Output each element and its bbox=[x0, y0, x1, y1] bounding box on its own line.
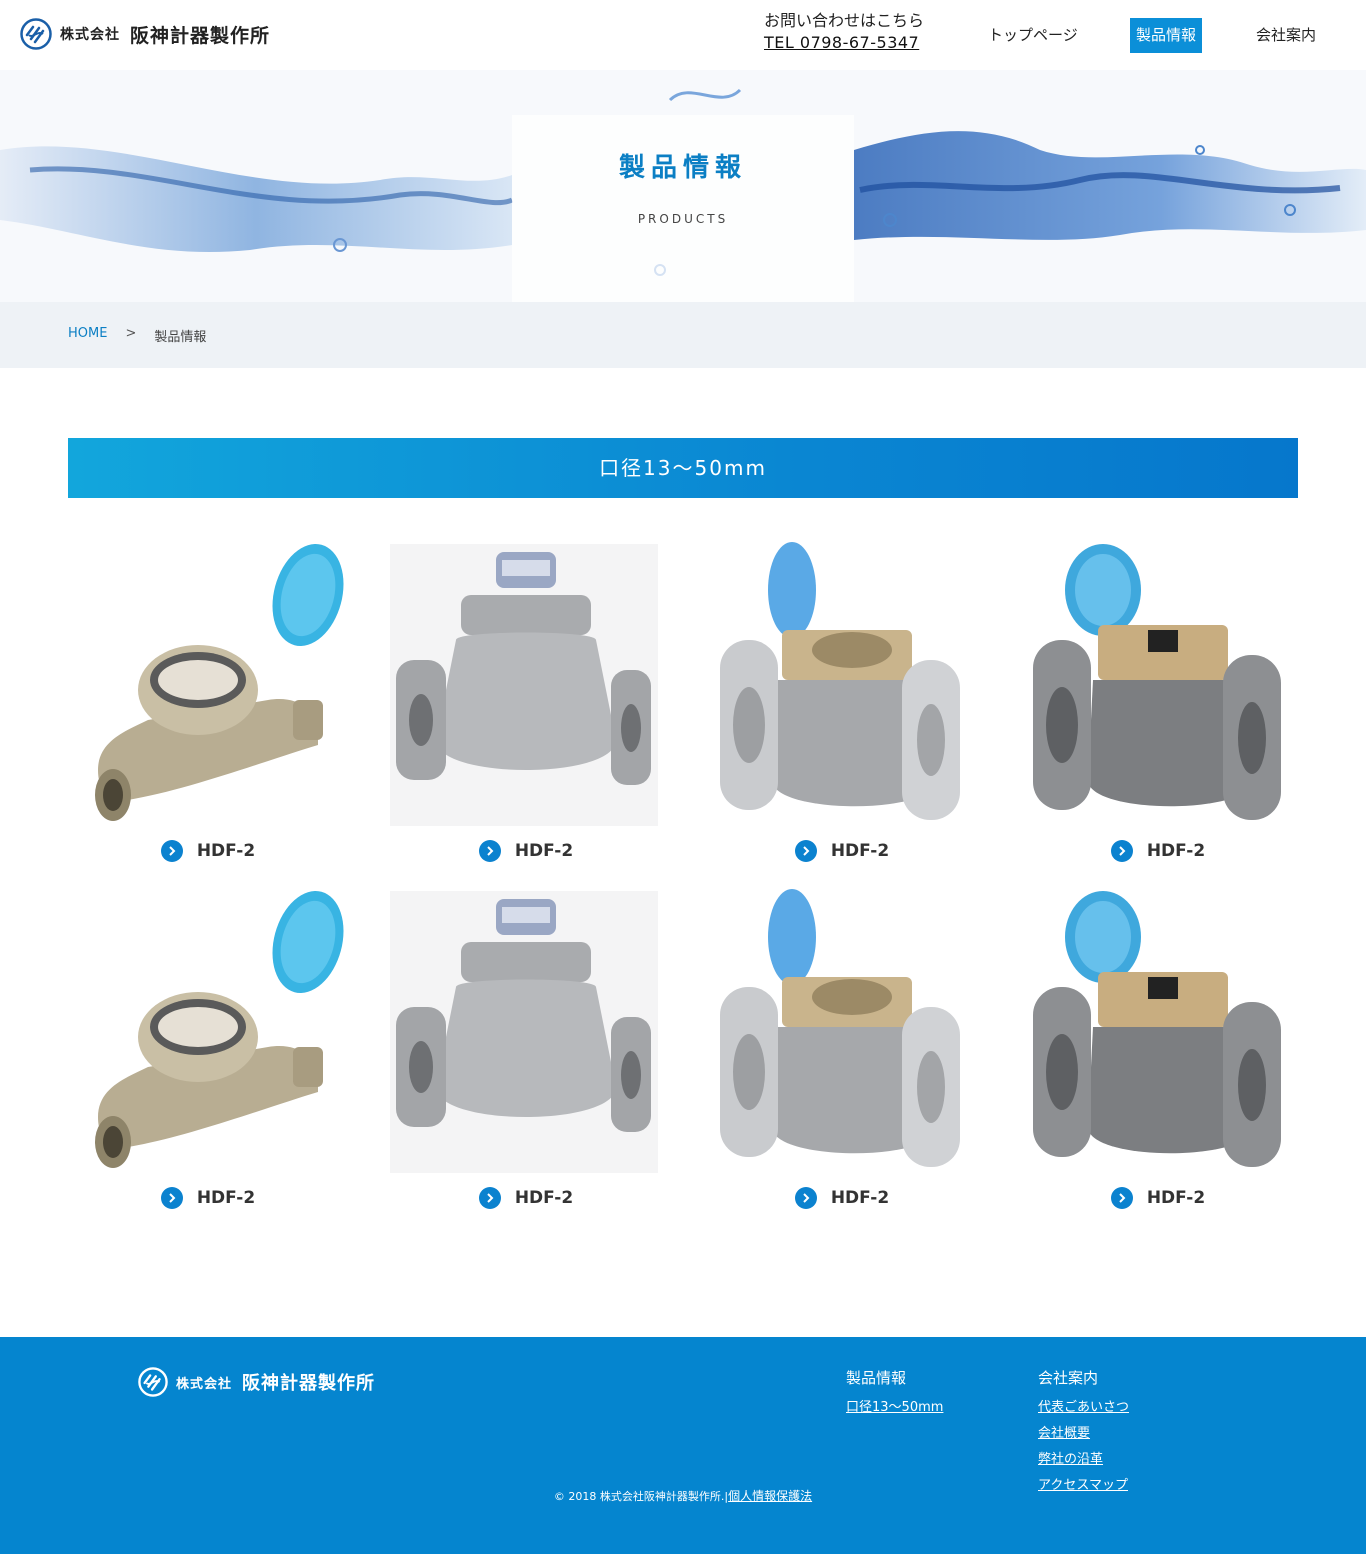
product-name[interactable]: HDF-2 bbox=[1147, 1188, 1205, 1208]
chevron-right-icon bbox=[160, 1187, 183, 1209]
product-card[interactable]: HDF-2 bbox=[702, 540, 982, 870]
footer-logo[interactable]: 株式会社 阪神計器製作所 bbox=[138, 1367, 375, 1397]
product-name[interactable]: HDF-2 bbox=[515, 1188, 573, 1208]
footer-link-history[interactable]: 弊社の沿革 bbox=[1038, 1448, 1129, 1467]
hero-banner: 製品情報 PRODUCTS bbox=[0, 70, 1366, 302]
product-image-silver-flange-meter[interactable] bbox=[386, 887, 666, 1177]
product-name[interactable]: HDF-2 bbox=[197, 841, 255, 861]
product-image-gray-flange-meter[interactable] bbox=[702, 540, 982, 830]
chevron-right-icon bbox=[160, 840, 183, 862]
chevron-right-icon bbox=[794, 1187, 817, 1209]
product-image-brass-meter[interactable] bbox=[68, 540, 348, 830]
breadcrumb-current: 製品情報 bbox=[154, 330, 207, 345]
nav-item-products[interactable]: 製品情報 bbox=[1130, 18, 1203, 53]
section-title: 口径13～50mm bbox=[68, 438, 1298, 498]
product-name[interactable]: HDF-2 bbox=[515, 841, 573, 861]
nav-item-top[interactable]: トップページ bbox=[982, 18, 1084, 53]
chevron-right-icon bbox=[478, 1187, 501, 1209]
footer-link-greeting[interactable]: 代表ごあいさつ bbox=[1038, 1396, 1129, 1415]
footer-link-13-50mm[interactable]: 口径13～50mm bbox=[846, 1396, 943, 1415]
footer-col-products: 製品情報 口径13～50mm bbox=[846, 1367, 943, 1422]
product-card[interactable]: HDF-2 bbox=[1018, 887, 1298, 1217]
site-footer: 株式会社 阪神計器製作所 製品情報 口径13～50mm 会社案内 代表ごあいさつ… bbox=[0, 1337, 1366, 1554]
breadcrumb-separator: > bbox=[125, 326, 137, 341]
product-name[interactable]: HDF-2 bbox=[197, 1188, 255, 1208]
product-card[interactable]: HDF-2 bbox=[68, 887, 348, 1217]
main-nav: トップページ 製品情報 会社案内 bbox=[0, 18, 1366, 53]
footer-col-company: 会社案内 代表ごあいさつ 会社概要 弊社の沿革 アクセスマップ bbox=[1038, 1367, 1129, 1500]
page-subtitle: PRODUCTS bbox=[637, 212, 729, 226]
product-card[interactable]: HDF-2 bbox=[1018, 540, 1298, 870]
footer-link-overview[interactable]: 会社概要 bbox=[1038, 1422, 1129, 1441]
footer-logo-small-text: 株式会社 bbox=[176, 1376, 233, 1392]
copyright-text: © 2018 株式会社阪神計器製作所. bbox=[553, 1490, 725, 1503]
logo-mark-icon bbox=[138, 1367, 168, 1397]
chevron-right-icon bbox=[1110, 1187, 1133, 1209]
product-name[interactable]: HDF-2 bbox=[831, 841, 889, 861]
footer-logo-company-name: 阪神計器製作所 bbox=[242, 1373, 376, 1394]
product-name[interactable]: HDF-2 bbox=[1147, 841, 1205, 861]
privacy-policy-link[interactable]: 個人情報保護法 bbox=[728, 1489, 812, 1503]
hero-title-block: 製品情報 PRODUCTS bbox=[512, 115, 854, 226]
product-card[interactable]: HDF-2 bbox=[702, 887, 982, 1217]
product-image-brass-meter[interactable] bbox=[68, 887, 348, 1177]
site-header: 株式会社 阪神計器製作所 お問い合わせはこちら TEL 0798-67-5347… bbox=[0, 0, 1366, 70]
breadcrumb: HOME > 製品情報 bbox=[0, 302, 1366, 368]
product-name[interactable]: HDF-2 bbox=[831, 1188, 889, 1208]
product-card[interactable]: HDF-2 bbox=[68, 540, 348, 870]
product-image-dark-flange-meter[interactable] bbox=[1018, 887, 1298, 1177]
product-image-dark-flange-meter[interactable] bbox=[1018, 540, 1298, 830]
page-title: 製品情報 bbox=[618, 153, 747, 183]
chevron-right-icon bbox=[1110, 840, 1133, 862]
product-card[interactable]: HDF-2 bbox=[386, 540, 666, 870]
nav-item-company[interactable]: 会社案内 bbox=[1250, 18, 1322, 53]
product-image-silver-flange-meter[interactable] bbox=[386, 540, 666, 830]
copyright: © 2018 株式会社阪神計器製作所.|個人情報保護法 bbox=[553, 1489, 813, 1503]
breadcrumb-home-link[interactable]: HOME bbox=[68, 326, 107, 345]
chevron-right-icon bbox=[478, 840, 501, 862]
footer-products-heading[interactable]: 製品情報 bbox=[846, 1367, 943, 1388]
product-card[interactable]: HDF-2 bbox=[386, 887, 666, 1217]
chevron-right-icon bbox=[794, 840, 817, 862]
footer-company-heading[interactable]: 会社案内 bbox=[1038, 1367, 1129, 1388]
product-image-gray-flange-meter[interactable] bbox=[702, 887, 982, 1177]
